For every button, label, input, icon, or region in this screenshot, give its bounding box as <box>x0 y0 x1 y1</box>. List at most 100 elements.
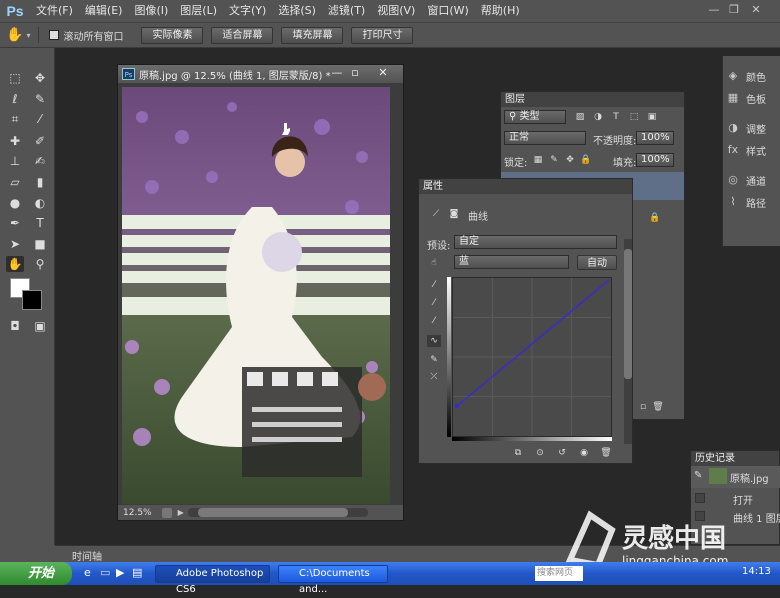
close-icon[interactable]: ✕ <box>747 2 765 18</box>
blend-mode-select[interactable]: 正常 <box>504 131 586 145</box>
lock-pixels-icon[interactable]: ✎ <box>547 154 561 166</box>
menu-filter[interactable]: 滤镜(T) <box>322 0 371 22</box>
horizontal-scrollbar[interactable] <box>188 508 368 517</box>
crop-icon[interactable]: ⌗ <box>6 111 24 127</box>
curve-line[interactable] <box>456 279 610 407</box>
vertical-scrollbar[interactable] <box>391 87 401 504</box>
marquee-icon[interactable]: ⬚ <box>6 70 24 86</box>
view-previous-icon[interactable]: ⊙ <box>533 447 547 459</box>
visibility-icon[interactable]: ◉ <box>577 447 591 459</box>
filter-adjust-icon[interactable]: ◑ <box>591 111 605 123</box>
filter-type-icon[interactable]: T <box>609 111 623 123</box>
opacity-input[interactable]: 100% <box>636 131 674 145</box>
hand-icon[interactable]: ✋ <box>6 256 24 272</box>
gradient-icon[interactable]: ▮ <box>31 174 49 190</box>
lock-transparent-icon[interactable]: ▦ <box>531 154 545 166</box>
print-size-button[interactable]: 打印尺寸 <box>351 26 414 44</box>
menu-help[interactable]: 帮助(H) <box>475 0 526 22</box>
pencil-draw-icon[interactable]: ✎ <box>427 354 441 366</box>
chevron-down-icon[interactable]: ▾ <box>26 31 30 40</box>
blur-icon[interactable]: ● <box>6 195 24 211</box>
properties-scrollbar[interactable] <box>624 239 632 444</box>
delete-adjustment-icon[interactable]: 🗑 <box>599 447 613 459</box>
heal-icon[interactable]: ✚ <box>6 133 24 149</box>
actual-pixels-button[interactable]: 实际像素 <box>141 26 204 44</box>
search-input[interactable]: 搜索网页 <box>535 566 583 581</box>
dock-styles[interactable]: fx 样式 <box>725 140 780 160</box>
filter-image-icon[interactable]: ▨ <box>573 111 587 123</box>
filter-smart-icon[interactable]: ▣ <box>645 111 659 123</box>
menu-type[interactable]: 文字(Y) <box>223 0 272 22</box>
background-color-swatch[interactable] <box>22 290 42 310</box>
menu-image[interactable]: 图像(I) <box>128 0 174 22</box>
history-snapshot[interactable]: ✎ 原稿.jpg <box>691 466 780 488</box>
move-icon[interactable]: ✥ <box>31 70 49 86</box>
menu-file[interactable]: 文件(F) <box>30 0 79 22</box>
curves-graph[interactable] <box>452 277 612 437</box>
reset-icon[interactable]: ↺ <box>555 447 569 459</box>
document-title-bar[interactable]: Ps 原稿.jpg @ 12.5% (曲线 1, 图层蒙版/8) * — ▫ ✕ <box>118 65 403 83</box>
auto-button[interactable]: 自动 <box>577 255 617 270</box>
path-select-icon[interactable]: ➤ <box>6 236 24 252</box>
timeline-label[interactable]: 时间轴 <box>72 548 102 563</box>
status-menu-icon[interactable] <box>161 507 172 518</box>
preset-select[interactable]: 自定 <box>454 235 617 249</box>
lock-all-icon[interactable]: 🔒 <box>579 154 593 166</box>
channel-select[interactable]: 蓝 <box>454 255 569 269</box>
shape-icon[interactable]: ■ <box>31 236 49 252</box>
layer-filter-select[interactable]: ⚲ 类型 <box>504 110 566 124</box>
type-icon[interactable]: T <box>31 215 49 231</box>
target-adjust-icon[interactable]: ☝ <box>427 257 441 269</box>
status-arrow-icon[interactable]: ▶ <box>178 508 184 517</box>
close-icon[interactable]: ✕ <box>374 66 392 79</box>
history-row[interactable]: 打开 <box>691 490 780 508</box>
dodge-icon[interactable]: ◐ <box>31 195 49 211</box>
eraser-icon[interactable]: ▱ <box>6 174 24 190</box>
canvas-image[interactable] <box>122 87 390 504</box>
mask-icon[interactable]: ◙ <box>447 208 461 220</box>
smooth-icon[interactable]: ⤫ <box>427 371 441 383</box>
tab-layers[interactable]: 图层 <box>501 92 684 107</box>
lock-position-icon[interactable]: ✥ <box>563 154 577 166</box>
stamp-icon[interactable]: ⊥ <box>6 153 24 169</box>
hand-tool-icon[interactable]: ✋ <box>6 27 23 43</box>
fill-screen-button[interactable]: 填充屏幕 <box>281 26 344 44</box>
screen-mode-icon[interactable]: ▣ <box>31 318 49 334</box>
history-brush-icon[interactable]: ✍ <box>31 153 49 169</box>
fit-screen-button[interactable]: 适合屏幕 <box>211 26 274 44</box>
scroll-all-checkbox[interactable] <box>49 30 60 40</box>
clip-to-layer-icon[interactable]: ⧉ <box>511 447 525 459</box>
lasso-icon[interactable]: ℓ <box>6 91 24 107</box>
quick-mask-icon[interactable]: ◘ <box>6 318 24 334</box>
curve-edit-icon[interactable]: ∿ <box>427 335 441 347</box>
delete-layer-icon[interactable]: 🗑 <box>651 401 665 413</box>
quicklaunch-media-icon[interactable]: ▶ <box>116 566 124 579</box>
dock-channels[interactable]: ◎ 通道 <box>725 170 780 190</box>
tab-history[interactable]: 历史记录 <box>691 451 779 466</box>
restore-icon[interactable]: ❐ <box>725 2 743 18</box>
filter-shape-icon[interactable]: ⬚ <box>627 111 641 123</box>
dock-swatches[interactable]: ▦ 色板 <box>725 88 780 108</box>
brush-icon[interactable]: ✐ <box>31 133 49 149</box>
curve-point[interactable] <box>455 404 459 408</box>
taskbar-explorer[interactable]: C:\Documents and... <box>278 565 388 595</box>
minimize-icon[interactable]: — <box>328 66 346 79</box>
maximize-icon[interactable]: ▫ <box>346 66 364 79</box>
menu-window[interactable]: 窗口(W) <box>421 0 474 22</box>
menu-view[interactable]: 视图(V) <box>371 0 421 22</box>
pen-icon[interactable]: ✒ <box>6 215 24 231</box>
quick-select-icon[interactable]: ✎ <box>31 91 49 107</box>
menu-edit[interactable]: 编辑(E) <box>79 0 129 22</box>
white-point-eyedropper-icon[interactable]: ⁄ <box>427 315 441 327</box>
menu-layer[interactable]: 图层(L) <box>174 0 223 22</box>
dock-color[interactable]: ◈ 颜色 <box>725 66 780 86</box>
quicklaunch-folder-icon[interactable]: ▤ <box>132 566 142 579</box>
dock-adjustments[interactable]: ◑ 调整 <box>725 118 780 138</box>
zoom-icon[interactable]: ⚲ <box>31 256 49 272</box>
quicklaunch-ie-icon[interactable]: e <box>84 566 91 579</box>
start-button[interactable]: 开始 <box>0 562 72 585</box>
fill-input[interactable]: 100% <box>636 153 674 167</box>
gray-point-eyedropper-icon[interactable]: ⁄ <box>427 297 441 309</box>
quicklaunch-desktop-icon[interactable]: ▭ <box>100 566 110 579</box>
eyedropper-icon[interactable]: ⁄ <box>31 111 49 127</box>
